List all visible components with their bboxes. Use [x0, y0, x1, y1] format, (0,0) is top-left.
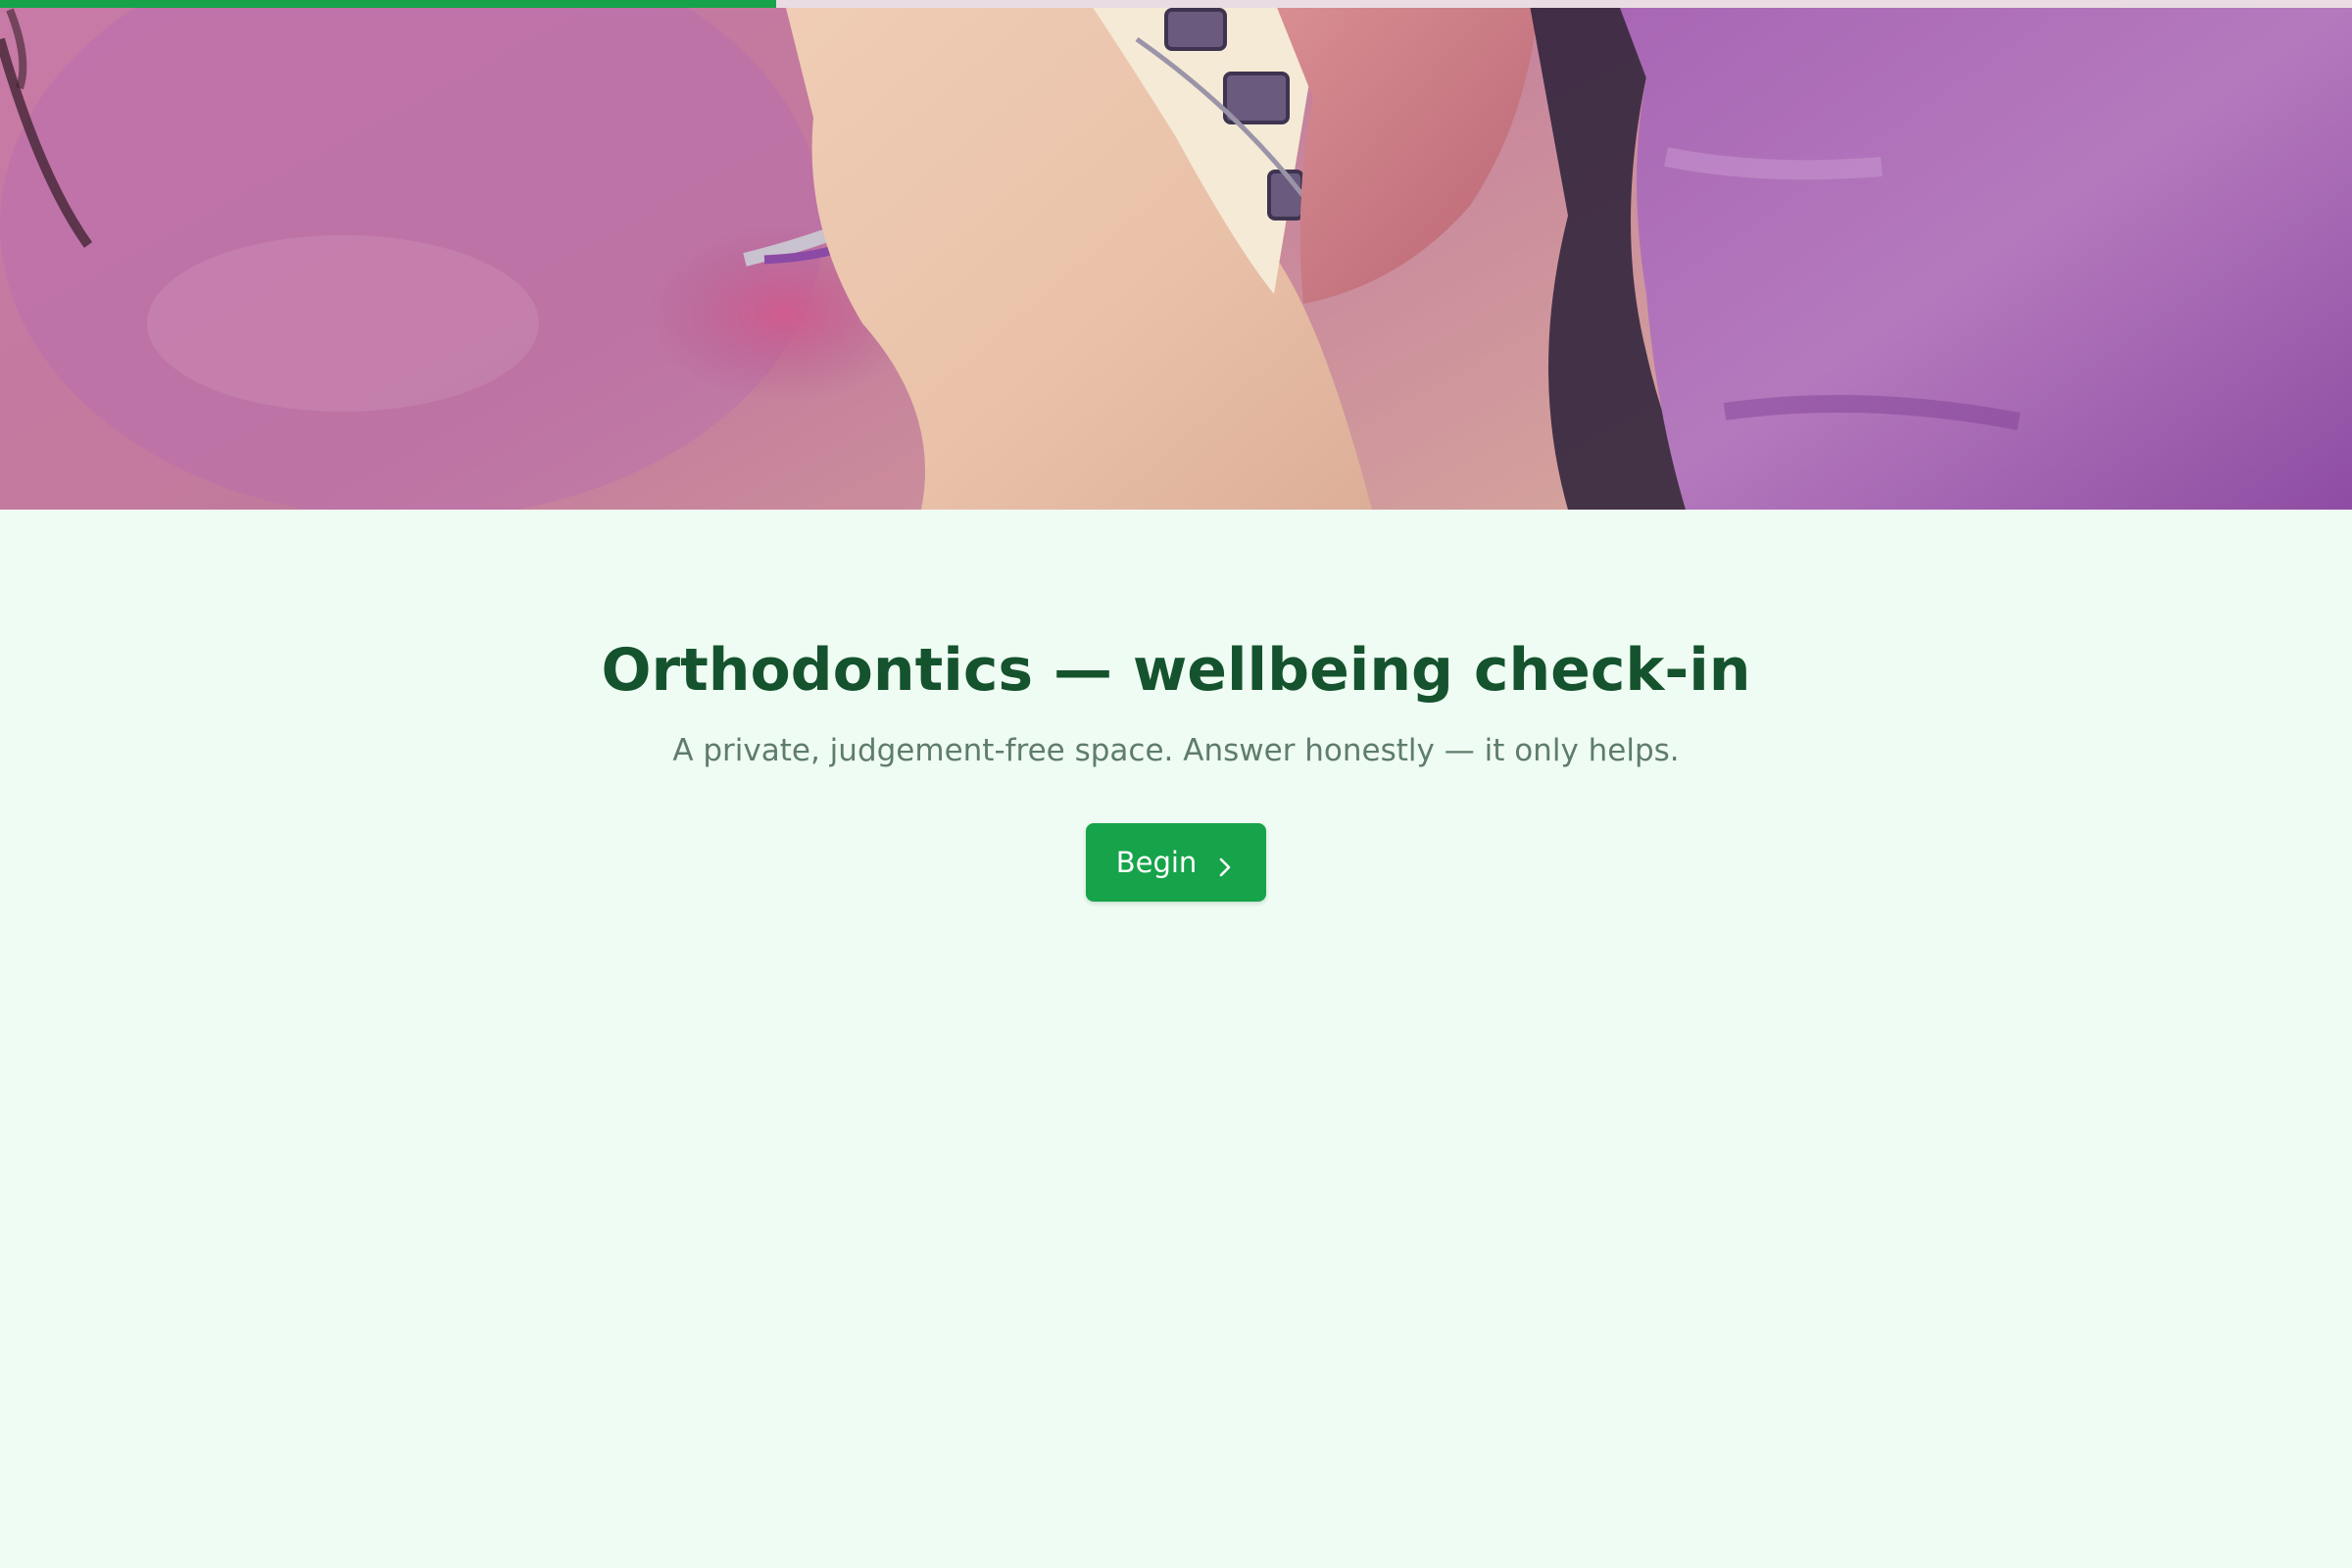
braces-photo: [0, 0, 2352, 510]
hero-image: [0, 0, 2352, 510]
begin-button-label: Begin: [1115, 846, 1198, 879]
chevron-right-icon: [1214, 852, 1236, 877]
progress-bar: [0, 0, 2352, 8]
progress-bar-fill: [0, 0, 776, 8]
page-title: Orthodontics — wellbeing check-in: [601, 636, 1751, 705]
page-subtitle: A private, judgement-free space. Answer …: [672, 733, 1680, 768]
begin-button[interactable]: Begin: [1086, 823, 1266, 902]
